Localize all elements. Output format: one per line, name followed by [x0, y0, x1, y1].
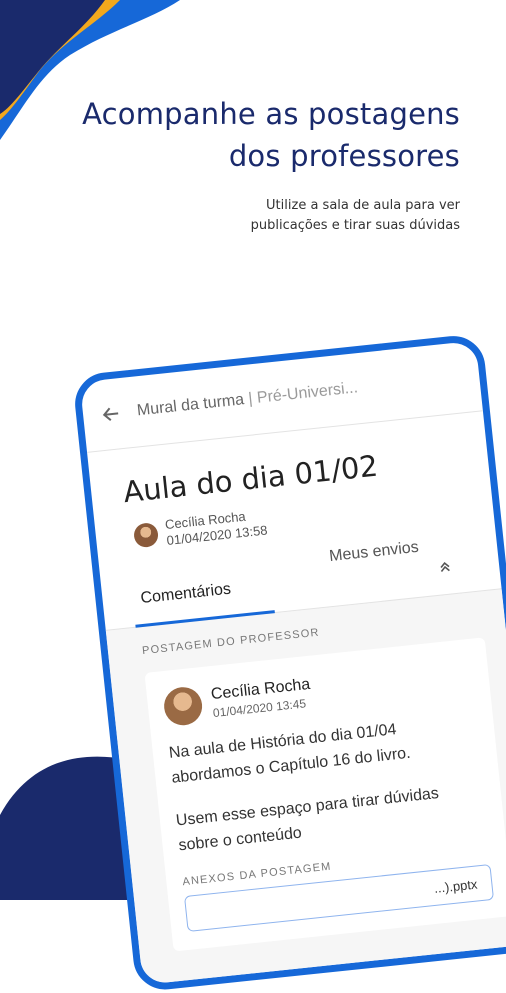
- hero-title: Acompanhe as postagens dos professores: [82, 93, 460, 177]
- avatar: [132, 521, 160, 549]
- hero-title-line1: Acompanhe as postagens: [82, 97, 460, 131]
- breadcrumb: Mural da turma | Pré-Universi...: [136, 379, 359, 420]
- teacher-post-paragraph-2: Usem esse espaço para tirar dúvidas sobr…: [175, 784, 440, 855]
- teacher-post-body: Na aula de História do dia 01/04 abordam…: [168, 709, 487, 859]
- arrow-left-icon[interactable]: [100, 403, 122, 425]
- hero-subtitle: Utilize a sala de aula para ver publicaç…: [251, 196, 460, 236]
- teacher-post-card: Cecília Rocha 01/04/2020 13:45 Na aula d…: [144, 637, 506, 952]
- hero-title-line2: dos professores: [228, 139, 460, 173]
- post-author-meta: Cecília Rocha 01/04/2020 13:58: [164, 507, 268, 549]
- tab-meus-envios[interactable]: Meus envios: [328, 539, 419, 566]
- teacher-post-author-meta: Cecília Rocha 01/04/2020 13:45: [210, 676, 313, 720]
- tab-comentarios[interactable]: Comentários: [140, 581, 232, 608]
- hero-subtitle-line1: Utilize a sala de aula para ver: [266, 198, 460, 213]
- breadcrumb-title: Mural da turma: [136, 391, 245, 420]
- post-content: POSTAGEM DO PROFESSOR Cecília Rocha 01/0…: [105, 589, 506, 993]
- avatar: [162, 685, 205, 728]
- attachment-name: ...).pptx: [433, 875, 479, 896]
- chevrons-up-icon[interactable]: [438, 559, 452, 576]
- breadcrumb-subtitle: Pré-Universi...: [256, 379, 359, 407]
- hero-subtitle-line2: publicações e tirar suas dúvidas: [250, 218, 460, 233]
- phone-mockup: Mural da turma | Pré-Universi... Aula do…: [72, 332, 506, 993]
